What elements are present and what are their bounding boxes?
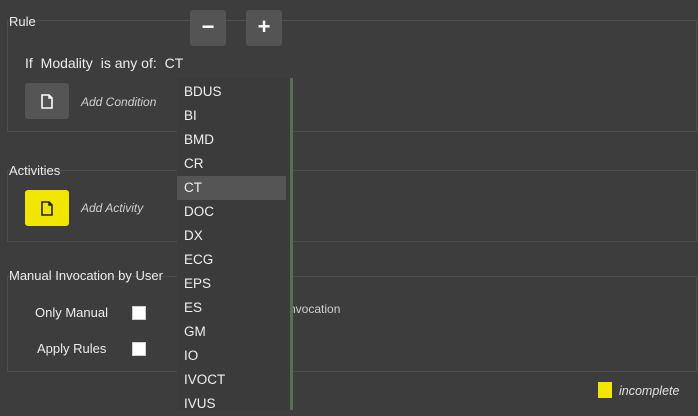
status-label: incomplete	[619, 384, 680, 398]
modality-option[interactable]: EPS	[177, 272, 286, 296]
modality-option[interactable]: CR	[177, 152, 286, 176]
remove-rule-button[interactable]: −	[190, 10, 226, 46]
rule-title: Rule	[9, 14, 36, 29]
modality-option-list: BDUS BI BMD CR CT DOC DX ECG EPS ES GM IO IVOCT IVUS	[177, 78, 290, 416]
modality-option[interactable]: ECG	[177, 248, 286, 272]
condition-row: If Modality is any of: CT	[25, 55, 183, 71]
modality-option[interactable]: BI	[177, 104, 286, 128]
modality-option[interactable]: DOC	[177, 200, 286, 224]
apply-rules-checkbox[interactable]	[132, 342, 146, 356]
apply-rules-label: Apply Rules	[37, 341, 107, 356]
only-manual-checkbox[interactable]	[132, 306, 146, 320]
document-icon	[41, 200, 53, 216]
document-icon	[41, 93, 53, 109]
manual-option-label: nvocation	[289, 302, 341, 316]
modality-dropdown[interactable]: BDUS BI BMD CR CT DOC DX ECG EPS ES GM IO IVOCT IVUS	[177, 78, 293, 411]
add-activity-button[interactable]	[25, 190, 69, 226]
manual-invocation-title: Manual Invocation by User	[9, 268, 163, 283]
condition-value-text[interactable]: CT	[165, 55, 184, 71]
add-condition-label[interactable]: Add Condition	[81, 95, 156, 109]
status-indicator	[598, 382, 612, 398]
modality-option[interactable]: IO	[177, 344, 286, 368]
rule-panel	[7, 20, 697, 132]
manual-invocation-panel	[7, 276, 697, 372]
add-activity-label[interactable]: Add Activity	[81, 201, 143, 215]
condition-if-text: If	[25, 55, 33, 71]
condition-operator-text[interactable]: is any of:	[101, 55, 157, 71]
modality-option[interactable]: BMD	[177, 128, 286, 152]
modality-option[interactable]: IVUS	[177, 392, 286, 416]
modality-option[interactable]: GM	[177, 320, 286, 344]
modality-option[interactable]: DX	[177, 224, 286, 248]
add-rule-button[interactable]: +	[246, 10, 282, 46]
only-manual-label: Only Manual	[35, 305, 108, 320]
activities-title: Activities	[9, 163, 61, 178]
add-condition-button[interactable]	[25, 83, 69, 119]
modality-option[interactable]: ES	[177, 296, 286, 320]
modality-option[interactable]: BDUS	[177, 80, 286, 104]
modality-option[interactable]: IVOCT	[177, 368, 286, 392]
condition-field-text[interactable]: Modality	[41, 55, 93, 71]
modality-option[interactable]: CT	[177, 176, 286, 200]
